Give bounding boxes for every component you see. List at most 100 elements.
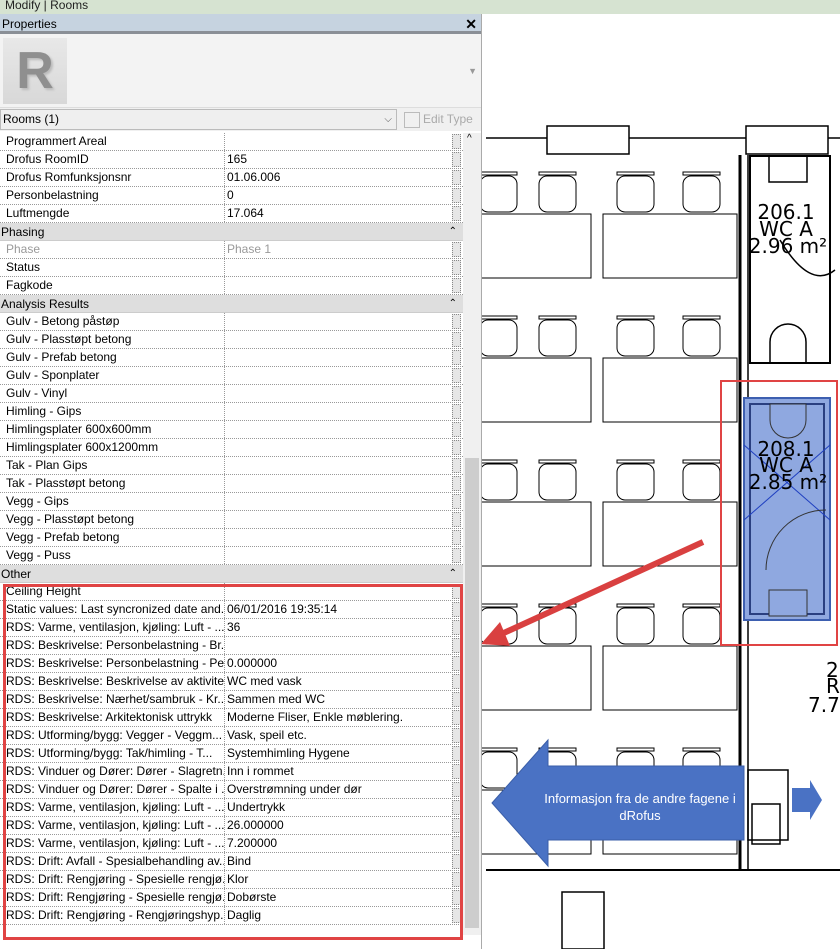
- parameter-button[interactable]: [452, 278, 461, 293]
- parameter-button[interactable]: [452, 260, 461, 275]
- property-value[interactable]: WC med vask: [225, 673, 463, 690]
- parameter-button[interactable]: [452, 782, 461, 797]
- edit-type-button[interactable]: Edit Type: [404, 109, 473, 129]
- parameter-button[interactable]: [452, 494, 461, 509]
- property-row[interactable]: RDS: Utforming/bygg: Vegger - Veggm... Va…: [0, 727, 463, 745]
- property-value[interactable]: 0: [225, 187, 463, 204]
- property-value[interactable]: [225, 637, 463, 654]
- parameter-button[interactable]: [452, 890, 461, 905]
- parameter-button[interactable]: [452, 854, 461, 869]
- parameter-button[interactable]: [452, 314, 461, 329]
- property-value[interactable]: Moderne Fliser, Enkle møblering.: [225, 709, 463, 726]
- parameter-button[interactable]: [452, 638, 461, 653]
- group-header[interactable]: Other ⌃: [0, 565, 463, 583]
- property-value[interactable]: 0.000000: [225, 655, 463, 672]
- property-row[interactable]: Himlingsplater 600x600mm: [0, 421, 463, 439]
- collapse-icon[interactable]: ⌃: [449, 223, 457, 241]
- group-header[interactable]: Phasing ⌃: [0, 223, 463, 241]
- parameter-button[interactable]: [452, 836, 461, 851]
- property-value[interactable]: [225, 349, 463, 366]
- property-row[interactable]: RDS: Beskrivelse: Personbelastning - Br.…: [0, 637, 463, 655]
- property-row[interactable]: RDS: Drift: Rengjøring - Rengjøringshyp.…: [0, 907, 463, 925]
- property-value[interactable]: Klor: [225, 871, 463, 888]
- property-value[interactable]: [225, 367, 463, 384]
- property-value[interactable]: [225, 403, 463, 420]
- property-value[interactable]: Systemhimling Hygene: [225, 745, 463, 762]
- property-value[interactable]: 26.000000: [225, 817, 463, 834]
- property-value[interactable]: 17.064: [225, 205, 463, 222]
- parameter-button[interactable]: [452, 674, 461, 689]
- property-value[interactable]: [225, 277, 463, 294]
- property-row[interactable]: Vegg - Prefab betong: [0, 529, 463, 547]
- property-row[interactable]: Personbelastning 0: [0, 187, 463, 205]
- parameter-button[interactable]: [452, 188, 461, 203]
- property-row[interactable]: Fagkode: [0, 277, 463, 295]
- property-value[interactable]: Bind: [225, 853, 463, 870]
- property-row[interactable]: Himlingsplater 600x1200mm: [0, 439, 463, 457]
- parameter-button[interactable]: [452, 818, 461, 833]
- parameter-button[interactable]: [452, 170, 461, 185]
- parameter-button[interactable]: [452, 368, 461, 383]
- property-row[interactable]: Drofus RoomID 165: [0, 151, 463, 169]
- property-row[interactable]: Luftmengde 17.064: [0, 205, 463, 223]
- parameter-button[interactable]: [452, 206, 461, 221]
- property-value[interactable]: Vask, speil etc.: [225, 727, 463, 744]
- parameter-button[interactable]: [452, 386, 461, 401]
- parameter-button[interactable]: [452, 728, 461, 743]
- property-row[interactable]: RDS: Varme, ventilasjon, kjøling: Luft -…: [0, 817, 463, 835]
- parameter-button[interactable]: [452, 242, 461, 257]
- property-row[interactable]: Static values: Last syncronized date and…: [0, 601, 463, 619]
- property-value[interactable]: Overstrømning under dør: [225, 781, 463, 798]
- drawing-canvas[interactable]: 206.1 WC A 2.96 m² 208.1 WC A 2.85 m² 2 …: [482, 14, 840, 949]
- property-row[interactable]: Vegg - Gips: [0, 493, 463, 511]
- property-value[interactable]: [225, 583, 463, 600]
- property-row[interactable]: Drofus Romfunksjonsnr 01.06.006: [0, 169, 463, 187]
- property-row[interactable]: RDS: Varme, ventilasjon, kjøling: Luft -…: [0, 619, 463, 637]
- property-value[interactable]: [225, 511, 463, 528]
- property-row[interactable]: RDS: Drift: Rengjøring - Spesielle rengj…: [0, 871, 463, 889]
- property-value[interactable]: 06/01/2016 19:35:14: [225, 601, 463, 618]
- property-row[interactable]: Tak - Plan Gips: [0, 457, 463, 475]
- property-row[interactable]: RDS: Beskrivelse: Beskrivelse av aktivit…: [0, 673, 463, 691]
- property-row[interactable]: Gulv - Prefab betong: [0, 349, 463, 367]
- property-row[interactable]: RDS: Drift: Rengjøring - Spesielle rengj…: [0, 889, 463, 907]
- parameter-button[interactable]: [452, 134, 461, 149]
- parameter-button[interactable]: [452, 800, 461, 815]
- property-value[interactable]: 165: [225, 151, 463, 168]
- property-row[interactable]: Vegg - Plasstøpt betong: [0, 511, 463, 529]
- parameter-button[interactable]: [452, 710, 461, 725]
- property-value[interactable]: Undertrykk: [225, 799, 463, 816]
- property-value[interactable]: Inn i rommet: [225, 763, 463, 780]
- property-row[interactable]: Phase Phase 1: [0, 241, 463, 259]
- property-row[interactable]: RDS: Beskrivelse: Nærhet/sambruk - Kr...…: [0, 691, 463, 709]
- property-value[interactable]: 36: [225, 619, 463, 636]
- parameter-button[interactable]: [452, 746, 461, 761]
- property-row[interactable]: RDS: Drift: Avfall - Spesialbehandling a…: [0, 853, 463, 871]
- property-row[interactable]: RDS: Varme, ventilasjon, kjøling: Luft -…: [0, 799, 463, 817]
- parameter-button[interactable]: [452, 908, 461, 923]
- property-value[interactable]: [225, 475, 463, 492]
- properties-scrollbar[interactable]: ^: [463, 133, 481, 935]
- property-row[interactable]: RDS: Beskrivelse: Arkitektonisk uttrykk M…: [0, 709, 463, 727]
- property-value[interactable]: [225, 421, 463, 438]
- property-row[interactable]: Status: [0, 259, 463, 277]
- property-row[interactable]: RDS: Varme, ventilasjon, kjøling: Luft -…: [0, 835, 463, 853]
- parameter-button[interactable]: [452, 458, 461, 473]
- property-value[interactable]: [225, 385, 463, 402]
- scrollbar-thumb[interactable]: [465, 458, 479, 928]
- parameter-button[interactable]: [452, 440, 461, 455]
- parameter-button[interactable]: [452, 350, 461, 365]
- property-value[interactable]: [225, 439, 463, 456]
- close-icon[interactable]: ✕: [465, 14, 477, 34]
- property-value[interactable]: Dobørste: [225, 889, 463, 906]
- property-row[interactable]: Programmert Areal: [0, 133, 463, 151]
- property-row[interactable]: Gulv - Plasstøpt betong: [0, 331, 463, 349]
- collapse-icon[interactable]: ⌃: [449, 295, 457, 313]
- property-row[interactable]: RDS: Utforming/bygg: Tak/himling - T... S…: [0, 745, 463, 763]
- parameter-button[interactable]: [452, 152, 461, 167]
- type-selector-dropdown[interactable]: Rooms (1) ⌵: [0, 109, 397, 130]
- type-dropdown-arrow-icon[interactable]: ▼: [468, 66, 477, 76]
- property-row[interactable]: Gulv - Vinyl: [0, 385, 463, 403]
- property-value[interactable]: [225, 133, 463, 150]
- property-value[interactable]: [225, 529, 463, 546]
